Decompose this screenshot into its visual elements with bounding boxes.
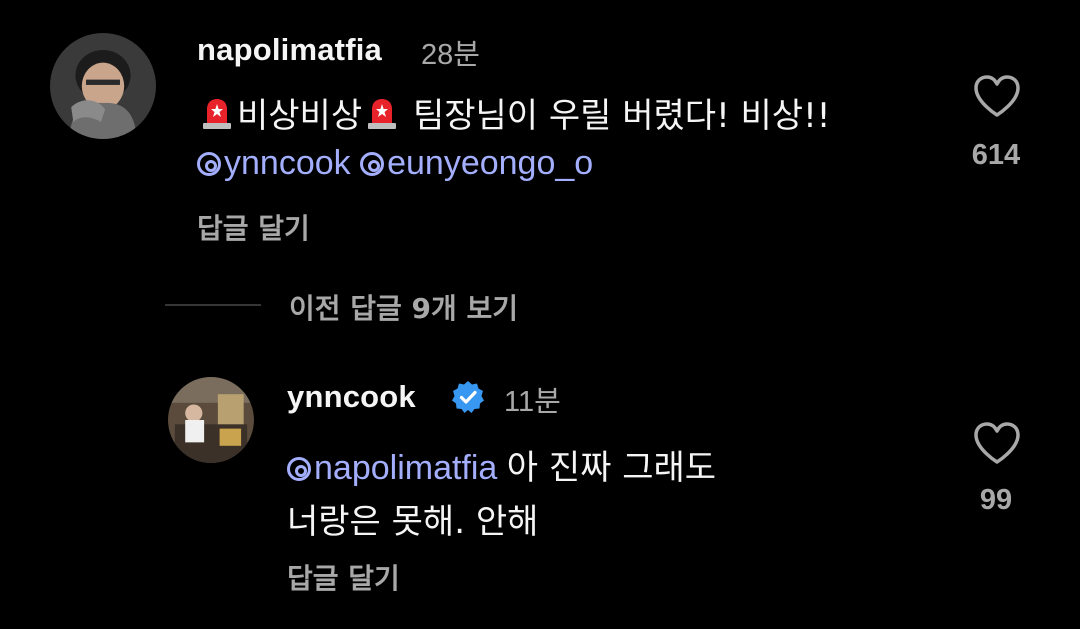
mention-link[interactable]: napolimatfia [287,449,497,487]
reply-time: 11분 [504,386,561,418]
mention-link[interactable]: ynncook [197,144,351,182]
comment-text: 비상비상 팀장님이 우릴 버렸다! 비상!! [197,88,830,137]
avatar[interactable] [50,33,156,139]
reply-text-line2: 너랑은 못해. 안해 [287,502,539,542]
police-car-light-icon [368,99,397,129]
threads-at-icon [287,457,311,481]
mention-link[interactable]: eunyeongo_o [360,144,593,182]
reply-text-line1: napolimatfia 아 진짜 그래도 [287,440,716,489]
verified-badge-icon [452,381,484,413]
comments-panel: napolimatfia 28분 비상비상 팀장님이 우릴 버렸다! 비상!! … [0,0,1080,629]
thread-divider [165,304,261,306]
threads-at-icon [360,152,385,176]
reply-button[interactable]: 답글 달기 [197,207,310,247]
like-count: 99 [979,484,1013,516]
view-previous-replies-button[interactable]: 이전 답글 9개 보기 [289,287,518,327]
comment-time: 28분 [421,39,480,71]
comment-mentions: ynncook eunyeongo_o [197,144,593,183]
comment-username[interactable]: napolimatfia [197,32,382,68]
reply-button[interactable]: 답글 달기 [287,557,400,597]
threads-at-icon [197,152,221,176]
heart-icon[interactable] [972,420,1022,466]
reply-text: 아 진짜 그래도 [506,448,717,488]
heart-icon[interactable] [972,73,1022,119]
reply-username[interactable]: ynncook [287,379,416,415]
police-car-light-icon [203,99,231,129]
comment-text-part1: 비상비상 [237,96,363,136]
comment-text-part2: 팀장님이 우릴 버렸다! 비상!! [412,96,831,136]
like-count: 614 [971,139,1021,171]
avatar[interactable] [168,377,254,463]
